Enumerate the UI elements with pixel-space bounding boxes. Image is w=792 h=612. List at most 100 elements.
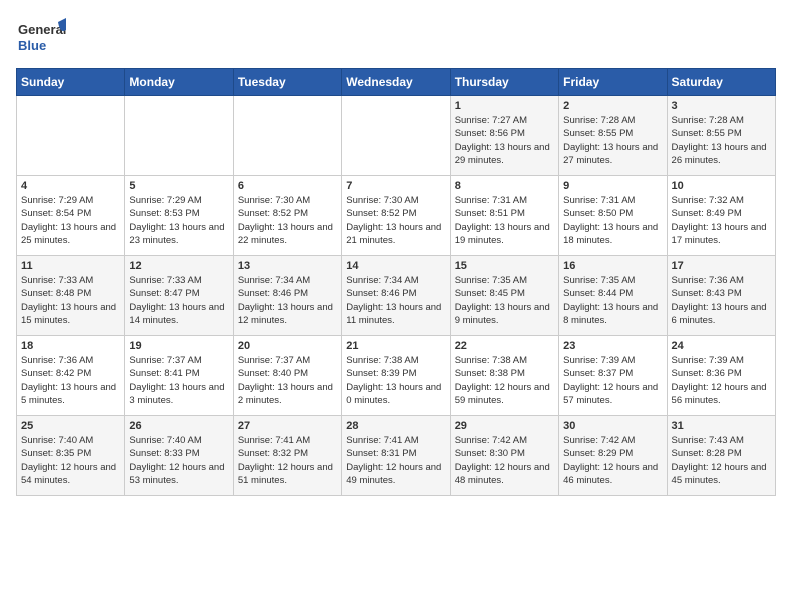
day-cell: 10 Sunrise: 7:32 AM Sunset: 8:49 PM Dayli…: [667, 176, 775, 256]
day-number: 4: [21, 180, 120, 192]
day-cell: 1Sunrise: 7:27 AM Sunset: 8:56 PM Daylig…: [450, 96, 558, 176]
day-number: 22: [455, 340, 554, 352]
day-number: 25: [21, 420, 120, 432]
day-number: 7: [346, 180, 445, 192]
week-row: 25 Sunrise: 7:40 AM Sunset: 8:35 PM Dayli…: [17, 416, 776, 496]
svg-text:Blue: Blue: [18, 38, 46, 53]
day-cell: 18Sunrise: 7:36 AM Sunset: 8:42 PM Dayli…: [17, 336, 125, 416]
day-detail: Sunrise: 7:41 AM Sunset: 8:32 PM Dayligh…: [238, 434, 337, 487]
day-cell: 17Sunrise: 7:36 AM Sunset: 8:43 PM Dayli…: [667, 256, 775, 336]
day-number: 16: [563, 260, 662, 272]
header-cell-sunday: Sunday: [17, 69, 125, 96]
day-cell: 30Sunrise: 7:42 AM Sunset: 8:29 PM Dayli…: [559, 416, 667, 496]
day-cell: 28 Sunrise: 7:41 AM Sunset: 8:31 PM Dayli…: [342, 416, 450, 496]
day-detail: Sunrise: 7:31 AM Sunset: 8:50 PM Dayligh…: [563, 194, 662, 247]
calendar-table: SundayMondayTuesdayWednesdayThursdayFrid…: [16, 68, 776, 496]
day-cell: 31 Sunrise: 7:43 AM Sunset: 8:28 PM Dayli…: [667, 416, 775, 496]
day-cell: 23Sunrise: 7:39 AM Sunset: 8:37 PM Dayli…: [559, 336, 667, 416]
day-cell: 29 Sunrise: 7:42 AM Sunset: 8:30 PM Dayli…: [450, 416, 558, 496]
day-number: 3: [672, 100, 771, 112]
day-detail: Sunrise: 7:37 AM Sunset: 8:40 PM Dayligh…: [238, 354, 337, 407]
day-cell: 21Sunrise: 7:38 AM Sunset: 8:39 PM Dayli…: [342, 336, 450, 416]
day-cell: 14 Sunrise: 7:34 AM Sunset: 8:46 PM Dayli…: [342, 256, 450, 336]
day-detail: Sunrise: 7:42 AM Sunset: 8:29 PM Dayligh…: [563, 434, 662, 487]
day-number: 11: [21, 260, 120, 272]
day-number: 19: [129, 340, 228, 352]
day-number: 12: [129, 260, 228, 272]
header: General Blue: [16, 16, 776, 56]
day-number: 14: [346, 260, 445, 272]
day-detail: Sunrise: 7:28 AM Sunset: 8:55 PM Dayligh…: [563, 114, 662, 167]
day-cell: 15 Sunrise: 7:35 AM Sunset: 8:45 PM Dayli…: [450, 256, 558, 336]
day-cell: 9 Sunrise: 7:31 AM Sunset: 8:50 PM Daylig…: [559, 176, 667, 256]
day-detail: Sunrise: 7:33 AM Sunset: 8:47 PM Dayligh…: [129, 274, 228, 327]
day-number: 31: [672, 420, 771, 432]
day-detail: Sunrise: 7:35 AM Sunset: 8:45 PM Dayligh…: [455, 274, 554, 327]
day-cell: 8 Sunrise: 7:31 AM Sunset: 8:51 PM Daylig…: [450, 176, 558, 256]
header-cell-wednesday: Wednesday: [342, 69, 450, 96]
day-cell: [17, 96, 125, 176]
logo: General Blue: [16, 16, 66, 56]
day-detail: Sunrise: 7:37 AM Sunset: 8:41 PM Dayligh…: [129, 354, 228, 407]
day-detail: Sunrise: 7:34 AM Sunset: 8:46 PM Dayligh…: [346, 274, 445, 327]
header-cell-saturday: Saturday: [667, 69, 775, 96]
day-cell: [233, 96, 341, 176]
day-number: 5: [129, 180, 228, 192]
day-cell: 22 Sunrise: 7:38 AM Sunset: 8:38 PM Dayli…: [450, 336, 558, 416]
day-detail: Sunrise: 7:30 AM Sunset: 8:52 PM Dayligh…: [346, 194, 445, 247]
day-cell: 11 Sunrise: 7:33 AM Sunset: 8:48 PM Dayli…: [17, 256, 125, 336]
day-cell: 3 Sunrise: 7:28 AM Sunset: 8:55 PM Daylig…: [667, 96, 775, 176]
logo-svg: General Blue: [16, 16, 66, 56]
day-number: 13: [238, 260, 337, 272]
day-number: 6: [238, 180, 337, 192]
day-number: 10: [672, 180, 771, 192]
day-detail: Sunrise: 7:28 AM Sunset: 8:55 PM Dayligh…: [672, 114, 771, 167]
day-cell: [342, 96, 450, 176]
day-detail: Sunrise: 7:32 AM Sunset: 8:49 PM Dayligh…: [672, 194, 771, 247]
week-row: 18Sunrise: 7:36 AM Sunset: 8:42 PM Dayli…: [17, 336, 776, 416]
day-number: 8: [455, 180, 554, 192]
day-number: 20: [238, 340, 337, 352]
week-row: 11 Sunrise: 7:33 AM Sunset: 8:48 PM Dayli…: [17, 256, 776, 336]
day-number: 2: [563, 100, 662, 112]
day-cell: 4 Sunrise: 7:29 AM Sunset: 8:54 PM Daylig…: [17, 176, 125, 256]
week-row: 1Sunrise: 7:27 AM Sunset: 8:56 PM Daylig…: [17, 96, 776, 176]
day-detail: Sunrise: 7:31 AM Sunset: 8:51 PM Dayligh…: [455, 194, 554, 247]
day-cell: 13 Sunrise: 7:34 AM Sunset: 8:46 PM Dayli…: [233, 256, 341, 336]
calendar-body: 1Sunrise: 7:27 AM Sunset: 8:56 PM Daylig…: [17, 96, 776, 496]
header-cell-tuesday: Tuesday: [233, 69, 341, 96]
day-detail: Sunrise: 7:40 AM Sunset: 8:35 PM Dayligh…: [21, 434, 120, 487]
day-cell: 16Sunrise: 7:35 AM Sunset: 8:44 PM Dayli…: [559, 256, 667, 336]
day-detail: Sunrise: 7:38 AM Sunset: 8:38 PM Dayligh…: [455, 354, 554, 407]
day-cell: 12 Sunrise: 7:33 AM Sunset: 8:47 PM Dayli…: [125, 256, 233, 336]
day-cell: [125, 96, 233, 176]
day-detail: Sunrise: 7:41 AM Sunset: 8:31 PM Dayligh…: [346, 434, 445, 487]
day-cell: 25 Sunrise: 7:40 AM Sunset: 8:35 PM Dayli…: [17, 416, 125, 496]
day-detail: Sunrise: 7:40 AM Sunset: 8:33 PM Dayligh…: [129, 434, 228, 487]
day-detail: Sunrise: 7:29 AM Sunset: 8:54 PM Dayligh…: [21, 194, 120, 247]
day-cell: 27Sunrise: 7:41 AM Sunset: 8:32 PM Dayli…: [233, 416, 341, 496]
header-cell-thursday: Thursday: [450, 69, 558, 96]
day-detail: Sunrise: 7:34 AM Sunset: 8:46 PM Dayligh…: [238, 274, 337, 327]
day-number: 26: [129, 420, 228, 432]
day-detail: Sunrise: 7:39 AM Sunset: 8:36 PM Dayligh…: [672, 354, 771, 407]
day-cell: 19 Sunrise: 7:37 AM Sunset: 8:41 PM Dayli…: [125, 336, 233, 416]
day-detail: Sunrise: 7:43 AM Sunset: 8:28 PM Dayligh…: [672, 434, 771, 487]
day-detail: Sunrise: 7:30 AM Sunset: 8:52 PM Dayligh…: [238, 194, 337, 247]
day-number: 23: [563, 340, 662, 352]
day-cell: 6 Sunrise: 7:30 AM Sunset: 8:52 PM Daylig…: [233, 176, 341, 256]
day-cell: 20 Sunrise: 7:37 AM Sunset: 8:40 PM Dayli…: [233, 336, 341, 416]
day-number: 28: [346, 420, 445, 432]
day-detail: Sunrise: 7:33 AM Sunset: 8:48 PM Dayligh…: [21, 274, 120, 327]
header-cell-friday: Friday: [559, 69, 667, 96]
day-cell: 24Sunrise: 7:39 AM Sunset: 8:36 PM Dayli…: [667, 336, 775, 416]
day-detail: Sunrise: 7:42 AM Sunset: 8:30 PM Dayligh…: [455, 434, 554, 487]
day-number: 9: [563, 180, 662, 192]
day-number: 15: [455, 260, 554, 272]
day-cell: 7 Sunrise: 7:30 AM Sunset: 8:52 PM Daylig…: [342, 176, 450, 256]
day-cell: 5Sunrise: 7:29 AM Sunset: 8:53 PM Daylig…: [125, 176, 233, 256]
day-detail: Sunrise: 7:36 AM Sunset: 8:42 PM Dayligh…: [21, 354, 120, 407]
day-number: 17: [672, 260, 771, 272]
day-cell: 26 Sunrise: 7:40 AM Sunset: 8:33 PM Dayli…: [125, 416, 233, 496]
day-number: 29: [455, 420, 554, 432]
